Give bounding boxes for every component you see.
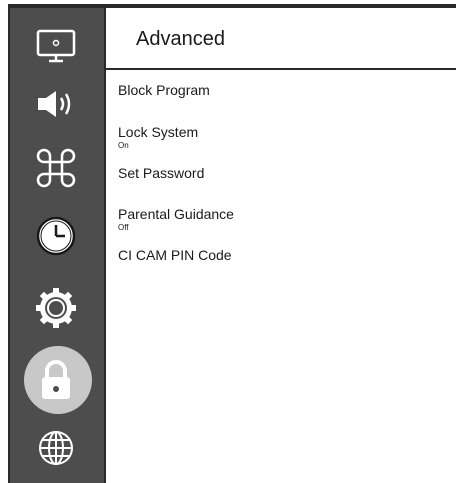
top-border [8, 4, 456, 8]
sidebar-item-setup[interactable] [8, 278, 104, 338]
page-title: Advanced [136, 28, 225, 50]
menu-item-label: CI CAM PIN Code [118, 247, 232, 263]
menu-item-label: Parental Guidance [118, 206, 234, 222]
sidebar-item-features[interactable] [8, 138, 104, 198]
settings-gear-icon [36, 288, 76, 328]
menu-item-label: Lock System [118, 124, 199, 140]
menu-item-label: Block Program [118, 82, 210, 98]
clock-icon [36, 216, 76, 256]
menu-item-set-password[interactable]: Set Password [118, 165, 204, 182]
header-divider [106, 68, 456, 70]
tv-menu-screen: Advanced Block Program Lock System On Se… [0, 0, 456, 483]
sidebar-divider [104, 4, 106, 483]
menu-item-value: On [118, 141, 129, 150]
menu-item-ci-cam-pin-code[interactable]: CI CAM PIN Code [118, 247, 232, 264]
sound-icon [38, 91, 71, 117]
lock-icon [42, 360, 70, 399]
globe-icon [39, 431, 73, 465]
sidebar-item-lock[interactable] [8, 350, 104, 410]
menu-item-label: Set Password [118, 165, 205, 181]
menu-item-lock-system[interactable]: Lock System On [118, 124, 198, 150]
sidebar-item-sound[interactable] [8, 74, 104, 134]
sidebar-item-network[interactable] [8, 418, 104, 478]
sidebar-item-timer[interactable] [8, 206, 104, 266]
picture-icon [36, 29, 76, 63]
command-icon [36, 148, 76, 188]
menu-item-parental-guidance[interactable]: Parental Guidance Off [118, 206, 234, 232]
menu-item-block-program[interactable]: Block Program [118, 82, 210, 99]
sidebar-item-picture[interactable] [8, 16, 104, 76]
menu-item-value: Off [118, 223, 129, 232]
